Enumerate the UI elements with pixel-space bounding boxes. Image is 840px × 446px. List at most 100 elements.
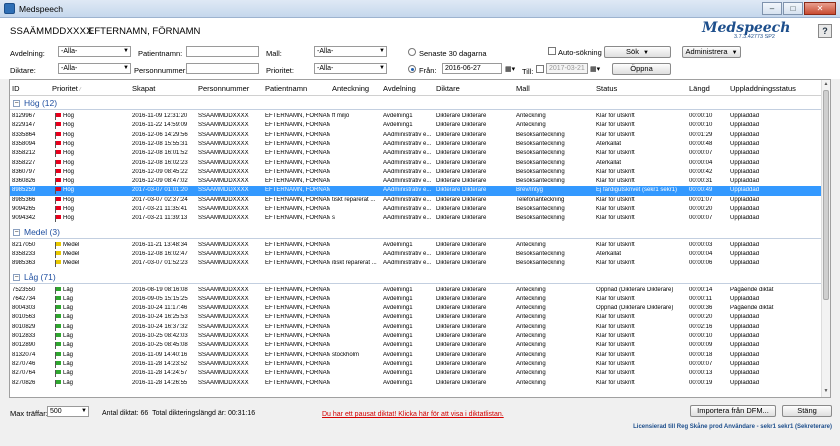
table-row[interactable]: 8985366 Hög 2017-03-07 02:37:24 SSAÄMMDDXXX… <box>10 196 822 205</box>
table-row[interactable]: 7642734 Låg 2016-09-05 15:15:25 SSAÄMMDDXXX… <box>10 295 822 304</box>
avdelning-select[interactable]: -Alla- ▼ <box>58 46 131 57</box>
administrera-button[interactable]: Administrera ▼ <box>682 46 741 58</box>
table-row[interactable]: 8358233 Medel 2016-12-08 16:02:47 SSAÄMMDDX… <box>10 250 822 259</box>
table-row[interactable]: 8010829 Låg 2016-10-24 16:37:32 SSAÄMMDDXXX… <box>10 323 822 332</box>
fran-radio[interactable] <box>408 65 416 73</box>
personnummer-input[interactable] <box>186 63 259 74</box>
cell-prioritet: Låg <box>63 342 74 349</box>
column-header-id[interactable]: ID <box>12 84 20 93</box>
fran-date-input[interactable]: 2016-06-27 <box>442 63 502 74</box>
table-row[interactable]: 8217050 Medel 2016-11-21 13:48:34 SSAÄMMDDX… <box>10 241 822 250</box>
table-row[interactable]: 8358212 Hög 2016-12-08 16:01:52 SSAÄMMDDXXX… <box>10 149 822 158</box>
column-header-patientnamn[interactable]: Patientnamn <box>265 84 307 93</box>
group-header[interactable]: − Låg (71) <box>10 272 822 284</box>
table-row[interactable]: 8229147 Hög 2016-11-22 14:59:09 SSAÄMMDDXXX… <box>10 121 822 130</box>
search-button[interactable]: Sök ▼ <box>604 46 671 58</box>
cell-diktare: Dikterare Dikterare <box>436 187 487 194</box>
table-row[interactable]: 8012890 Låg 2016-10-25 08:45:08 SSAÄMMDDXXX… <box>10 341 822 350</box>
table-row[interactable]: 8129967 Hög 2016-11-09 12:31:20 SSAÄMMDDXXX… <box>10 112 822 121</box>
prioritet-select[interactable]: -Alla- ▼ <box>314 63 387 74</box>
collapse-icon[interactable]: − <box>13 100 20 107</box>
cell-status: Klar för utskrift <box>596 122 635 129</box>
cell-id: 8010829 <box>12 323 36 330</box>
chevron-down-icon: ▼ <box>379 65 385 71</box>
patientnamn-input[interactable] <box>186 46 259 57</box>
cell-prioritet: Hög <box>63 196 75 203</box>
dictation-list[interactable]: ID Prioritet ⁄ Skapat Personnummer Patientnam… <box>9 79 831 398</box>
table-row[interactable]: 8010563 Låg 2016-10-24 16:25:53 SSAÄMMDDXXX… <box>10 313 822 322</box>
priority-flag-icon <box>55 286 61 294</box>
table-row[interactable]: 9094265 Hög 2017-03-21 11:35:41 SSAÄMMDDXXX… <box>10 205 822 214</box>
column-header-uppladdningsstatus[interactable]: Uppladdningsstatus <box>730 84 796 93</box>
vertical-scrollbar[interactable]: ▲ ▼ <box>821 80 830 397</box>
column-header-status[interactable]: Status <box>596 84 617 93</box>
cell-skapat: 2016-11-09 14:40:16 <box>132 351 188 358</box>
table-row[interactable]: 8270826 Låg 2016-11-28 14:26:55 SSAÄMMDDXXX… <box>10 379 822 388</box>
max-traffar-select[interactable]: 500 ▼ <box>47 406 89 417</box>
calendar-icon[interactable]: ▦▾ <box>505 65 515 73</box>
cell-avdelning: AAdministrativ e... <box>383 215 432 222</box>
cell-mall: Anteckning <box>516 286 546 293</box>
cell-personnummer: SSAÄMMDDXXXX <box>198 323 249 330</box>
table-row[interactable]: 8335864 Hög 2016-12-06 14:29:56 SSAÄMMDDXXX… <box>10 131 822 140</box>
column-header-diktare[interactable]: Diktare <box>436 84 460 93</box>
cell-status: Öppnad (Dikterare Dikterare) <box>596 286 674 293</box>
column-header-l-ngd[interactable]: Längd <box>689 84 710 93</box>
cell-id: 8129967 <box>12 113 36 119</box>
help-button[interactable]: ? <box>818 24 832 38</box>
cell-l-ngd: 00:00:06 <box>689 260 713 267</box>
prioritet-label: Prioritet: <box>266 66 294 75</box>
cell-status: Klar för utskrift <box>596 314 635 321</box>
group-header[interactable]: − Medel (3) <box>10 227 822 239</box>
column-header-mall[interactable]: Mall <box>516 84 530 93</box>
calendar-icon[interactable]: ▦▾ <box>590 65 600 73</box>
collapse-icon[interactable]: − <box>13 228 20 236</box>
close-window-button[interactable]: ✕ <box>804 2 836 15</box>
open-button[interactable]: Öppna <box>612 63 671 75</box>
maximize-button[interactable]: □ <box>783 2 803 15</box>
table-row[interactable]: 8358094 Hög 2016-12-08 15:55:31 SSAÄMMDDXXX… <box>10 140 822 149</box>
till-date-input[interactable]: 2017-03-21 <box>546 63 588 74</box>
collapse-icon[interactable]: − <box>13 273 20 281</box>
paused-dictation-link[interactable]: Du har ett pausat diktat! Klicka här för… <box>322 411 504 418</box>
mall-select[interactable]: -Alla- ▼ <box>314 46 387 57</box>
table-row[interactable]: 8132074 Låg 2016-11-09 14:40:16 SSAÄMMDDXXX… <box>10 351 822 360</box>
table-row[interactable]: 8360797 Hög 2016-12-09 08:45:22 SSAÄMMDDXXX… <box>10 168 822 177</box>
column-header-prioritet[interactable]: Prioritet ⁄ <box>52 84 81 93</box>
column-header-personnummer[interactable]: Personnummer <box>198 84 249 93</box>
cell-personnummer: SSAÄMMDDXXXX <box>198 122 249 129</box>
table-row[interactable]: 8270746 Låg 2016-11-28 14:23:52 SSAÄMMDDXXX… <box>10 360 822 369</box>
column-header-anteckning[interactable]: Anteckning <box>332 84 369 93</box>
till-checkbox[interactable] <box>536 65 544 73</box>
close-button[interactable]: Stäng <box>782 405 832 417</box>
senaste-30-radio[interactable] <box>408 48 416 56</box>
autosokning-checkbox[interactable] <box>548 47 556 55</box>
table-row[interactable]: 8985259 Hög 2017-03-07 01:01:20 SSAÄMMDDXXX… <box>10 186 822 196</box>
column-header-avdelning[interactable]: Avdelning <box>383 84 416 93</box>
diktare-select[interactable]: -Alla- ▼ <box>58 63 131 74</box>
column-header-skapat[interactable]: Skapat <box>132 84 155 93</box>
group-header[interactable]: − Hög (12) <box>10 98 822 110</box>
personnummer-label: Personnummer: <box>134 66 188 75</box>
cell-l-ngd: 00:02:16 <box>689 323 713 330</box>
cell-id: 8004303 <box>12 305 36 312</box>
minimize-button[interactable]: – <box>762 2 782 15</box>
table-row[interactable]: 8012833 Låg 2016-10-25 08:42:03 SSAÄMMDDXXX… <box>10 332 822 341</box>
table-row[interactable]: 8985363 Medel 2017-03-07 01:52:23 SSAÄMMDDX… <box>10 259 822 268</box>
table-row[interactable]: 8270764 Låg 2016-11-28 14:24:57 SSAÄMMDDXXX… <box>10 369 822 378</box>
table-row[interactable]: 8004303 Låg 2016-10-24 11:17:46 SSAÄMMDDXXX… <box>10 304 822 313</box>
import-dfm-button[interactable]: Importera från DFM... <box>690 405 776 417</box>
cell-uppladdningsstatus: Uppladdad <box>730 260 760 267</box>
table-row[interactable]: 8360826 Hög 2016-12-09 08:47:02 SSAÄMMDDXXX… <box>10 177 822 186</box>
cell-uppladdningsstatus: Uppladdad <box>730 295 760 302</box>
cell-diktare: Dikterare Dikterare <box>436 122 487 129</box>
cell-patientnamn: EFTERNAMN, FÖRNAMN <box>265 370 330 377</box>
cell-avdelning: Avdelning1 <box>383 286 413 293</box>
scroll-thumb[interactable] <box>823 90 829 300</box>
scroll-down-icon[interactable]: ▼ <box>823 388 829 396</box>
scroll-up-icon[interactable]: ▲ <box>823 81 829 89</box>
table-row[interactable]: 8358227 Hög 2016-12-08 16:02:23 SSAÄMMDDXXX… <box>10 159 822 168</box>
cell-mall: Anteckning <box>516 314 546 321</box>
table-row[interactable]: 9094342 Hög 2017-03-21 11:39:13 SSAÄMMDDXXX… <box>10 214 822 223</box>
table-row[interactable]: 7523550 Låg 2016-08-19 08:16:08 SSAÄMMDDXXX… <box>10 286 822 295</box>
